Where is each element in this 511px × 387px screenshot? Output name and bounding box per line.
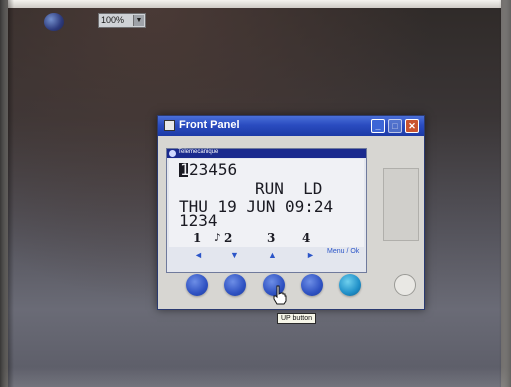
lcd-header: Telemecanique <box>167 149 366 158</box>
up-arrow-icon: ▲ <box>268 250 277 260</box>
tooltip: UP button <box>277 313 317 324</box>
menu-ok-label: Menu / Ok <box>327 248 360 255</box>
right-button[interactable] <box>301 274 323 296</box>
lcd-line-1: 23456 <box>189 160 238 179</box>
lcd-number-3: 3 <box>267 231 276 245</box>
lcd-number-2: 2 <box>224 231 233 245</box>
globe-icon[interactable] <box>44 13 64 31</box>
lcd-header-title: Telemecanique <box>178 149 219 155</box>
monitor-bezel-right <box>501 0 511 387</box>
menu-ok-button[interactable] <box>339 274 361 296</box>
zoom-value: 100% <box>101 15 125 25</box>
left-arrow-icon: ◄ <box>194 250 203 260</box>
left-button[interactable] <box>186 274 208 296</box>
monitor-bezel-left <box>0 0 8 387</box>
dropdown-arrow-icon[interactable]: ▼ <box>133 15 144 26</box>
lcd-line-2: RUN LD <box>255 179 323 198</box>
front-panel-window: Front Panel _ □ ✕ Telemecanique 1 23456 … <box>157 115 425 310</box>
monitor-bezel-top <box>0 0 511 8</box>
close-button[interactable]: ✕ <box>405 119 419 133</box>
side-panel <box>383 168 419 241</box>
lcd-number-1: 1 <box>193 231 202 245</box>
window-titlebar[interactable]: Front Panel _ □ ✕ <box>158 116 424 136</box>
music-note-icon: ♪ <box>214 231 221 244</box>
right-arrow-icon: ► <box>306 250 315 260</box>
window-title: Front Panel <box>179 119 240 131</box>
down-arrow-icon: ▼ <box>230 250 239 260</box>
brand-logo-icon <box>169 150 176 157</box>
inactive-button[interactable] <box>394 274 416 296</box>
lcd-panel: Telemecanique 1 23456 RUN LD THU 19 JUN … <box>166 148 367 273</box>
window-app-icon <box>164 120 175 131</box>
maximize-button[interactable]: □ <box>388 119 402 133</box>
lcd-screen: 1 23456 RUN LD THU 19 JUN 09:24 1234 1 ♪… <box>169 159 364 247</box>
lcd-number-4: 4 <box>302 231 311 245</box>
lcd-line-4: 1234 <box>179 211 218 230</box>
minimize-button[interactable]: _ <box>371 119 385 133</box>
down-button[interactable] <box>224 274 246 296</box>
zoom-select[interactable]: 100% ▼ <box>98 13 146 28</box>
hand-cursor-icon <box>273 285 287 305</box>
